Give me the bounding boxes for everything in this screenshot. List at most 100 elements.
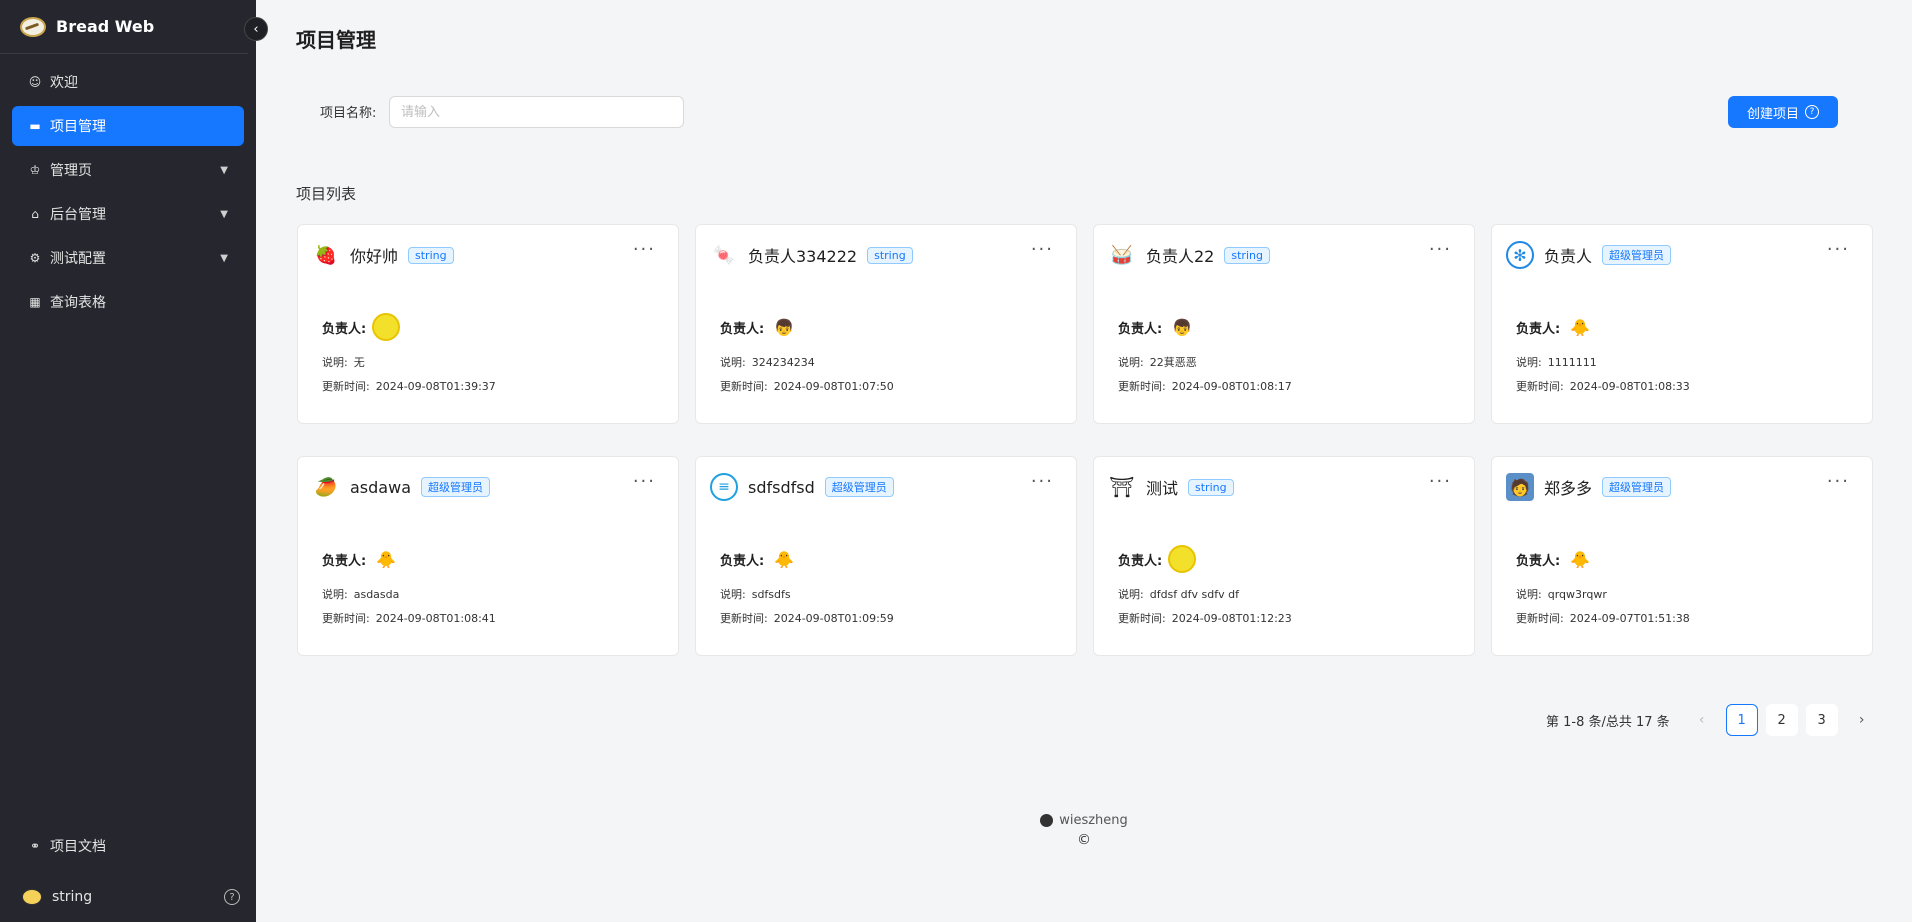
updated-label: 更新时间: <box>1516 380 1564 393</box>
project-card[interactable]: ⛩ 测试 string ··· 负责人: 说明: dfdsf dfv sdfv d… <box>1093 456 1475 656</box>
description-label: 说明: <box>1118 356 1144 369</box>
bread-logo-icon <box>20 16 46 37</box>
project-card[interactable]: 🧑 郑多多 超级管理员 ··· 负责人: 🐥 说明: qrqw3rqwr 更新时间… <box>1491 456 1873 656</box>
more-icon[interactable]: ··· <box>1031 471 1054 492</box>
chick-avatar-icon: 🐥 <box>1570 317 1591 337</box>
description-row: 说明: asdasda <box>322 586 399 602</box>
updated-value: 2024-09-08T01:07:50 <box>773 380 894 393</box>
owner-row: 负责人: 👦 <box>1118 313 1196 341</box>
description-row: 说明: sdfsdfs <box>720 586 791 602</box>
card-header: 🧑 郑多多 超级管理员 <box>1506 473 1672 501</box>
project-name: sdfsdfsd <box>748 477 815 497</box>
updated-label: 更新时间: <box>322 380 370 393</box>
more-icon[interactable]: ··· <box>1429 471 1452 492</box>
project-card[interactable]: ≡ sdfsdfsd 超级管理员 ··· 负责人: 🐥 说明: sdfsdfs 更… <box>695 456 1077 656</box>
sidebar-item-project-management[interactable]: ▬ 项目管理 <box>12 106 244 146</box>
chat-bubble-icon: ≡ <box>710 473 738 501</box>
description-row: 说明: 324234234 <box>720 354 815 370</box>
project-docs-link[interactable]: ⚭ 项目文档 <box>12 826 244 866</box>
project-card[interactable]: 🍬 负责人334222 string ··· 负责人: 👦 说明: 3242342… <box>695 224 1077 424</box>
project-card[interactable]: ✻ 负责人 超级管理员 ··· 负责人: 🐥 说明: 1111111 更新时间: 2… <box>1491 224 1873 424</box>
updated-value: 2024-09-07T01:51:38 <box>1569 612 1690 625</box>
create-project-button[interactable]: 创建项目 ? <box>1728 96 1838 128</box>
project-name: 负责人334222 <box>748 247 858 266</box>
project-name: 负责人22 <box>1146 247 1215 266</box>
description-value: 22萁恶恶 <box>1149 356 1197 369</box>
project-name-label: 项目名称: <box>320 106 377 121</box>
project-card[interactable]: 🥁 负责人22 string ··· 负责人: 👦 说明: 22萁恶恶 更新时间:… <box>1093 224 1475 424</box>
project-name-input[interactable] <box>389 96 684 128</box>
sidebar-item-query-table[interactable]: ▦ 查询表格 <box>12 282 244 322</box>
description-value: qrqw3rqwr <box>1547 588 1607 601</box>
owner-row: 负责人: <box>322 313 401 341</box>
project-card[interactable]: 🥭 asdawa 超级管理员 ··· 负责人: 🐥 说明: asdasda 更新时… <box>297 456 679 656</box>
sidebar-item-label: 项目管理 <box>50 119 106 135</box>
description-value: 324234234 <box>751 356 815 369</box>
strawberry-icon: 🍓 <box>314 244 338 266</box>
owner-label: 负责人: <box>1118 321 1163 337</box>
gear-icon: ⚙ <box>29 251 41 265</box>
chick-avatar-icon: 🐥 <box>376 549 397 569</box>
card-header: 🥁 负责人22 string <box>1108 241 1270 269</box>
mango-icon: 🥭 <box>314 476 338 498</box>
project-name: 郑多多 <box>1544 479 1593 498</box>
more-icon[interactable]: ··· <box>1827 239 1850 260</box>
more-icon[interactable]: ··· <box>1429 239 1452 260</box>
drum-icon: 🥁 <box>1110 244 1134 266</box>
owner-row: 负责人: 🐥 <box>1516 545 1594 573</box>
more-icon[interactable]: ··· <box>1031 239 1054 260</box>
chick-avatar-icon: 🐥 <box>1570 549 1591 569</box>
page-3-button[interactable]: 3 <box>1805 704 1838 736</box>
project-tag: string <box>1188 478 1234 496</box>
page-title: 项目管理 <box>296 28 376 52</box>
sidebar-item-test-config[interactable]: ⚙ 测试配置 ▼ <box>12 238 244 278</box>
candy-icon: 🍬 <box>712 244 736 266</box>
card-header: ⛩ 测试 string <box>1108 473 1234 501</box>
project-list-title: 项目列表 <box>296 185 357 203</box>
description-row: 说明: qrqw3rqwr <box>1516 586 1607 602</box>
app-title: Bread Web <box>56 17 155 36</box>
updated-value: 2024-09-08T01:12:23 <box>1171 612 1292 625</box>
help-icon[interactable]: ? <box>224 889 240 905</box>
updated-label: 更新时间: <box>1516 612 1564 625</box>
sidebar-item-welcome[interactable]: ☺ 欢迎 <box>12 62 244 102</box>
next-page-button[interactable]: › <box>1846 704 1878 736</box>
owner-row: 负责人: 🐥 <box>720 545 798 573</box>
owner-label: 负责人: <box>322 321 367 337</box>
project-name: 负责人 <box>1544 247 1593 266</box>
person-photo-icon: 🧑 <box>1506 473 1534 501</box>
main-content: 项目管理 项目名称: 创建项目 ? 项目列表 🍓 你好帅 string ··· … <box>256 0 1912 922</box>
description-label: 说明: <box>322 588 348 601</box>
project-name: asdawa <box>350 477 411 497</box>
description-value: sdfsdfs <box>751 588 791 601</box>
project-tag: 超级管理员 <box>1602 477 1672 497</box>
prev-page-button[interactable]: ‹ <box>1686 704 1718 736</box>
owner-avatar <box>372 313 401 341</box>
sidebar-collapse-button[interactable]: ‹ <box>244 17 268 41</box>
project-card[interactable]: 🍓 你好帅 string ··· 负责人: 说明: 无 更新时间: 2024-09-… <box>297 224 679 424</box>
owner-row: 负责人: 🐥 <box>1516 313 1594 341</box>
chevron-right-icon: › <box>1858 712 1865 728</box>
description-value: asdasda <box>353 588 400 601</box>
gate-icon: ⛩ <box>1109 475 1135 499</box>
owner-label: 负责人: <box>1516 553 1561 569</box>
project-card-grid: 🍓 你好帅 string ··· 负责人: 说明: 无 更新时间: 2024-09-… <box>297 224 1873 656</box>
user-menu[interactable]: string ? <box>12 878 244 916</box>
description-label: 说明: <box>720 356 746 369</box>
sidebar-item-admin-page[interactable]: ♔ 管理页 ▼ <box>12 150 244 190</box>
more-icon[interactable]: ··· <box>1827 471 1850 492</box>
more-icon[interactable]: ··· <box>633 239 656 260</box>
crown-icon: ♔ <box>29 163 41 177</box>
page-1-button[interactable]: 1 <box>1725 704 1758 736</box>
footer-author-link[interactable]: wieszheng <box>256 813 1912 828</box>
page-2-button[interactable]: 2 <box>1765 704 1798 736</box>
updated-label: 更新时间: <box>322 612 370 625</box>
sidebar-item-backend[interactable]: ⌂ 后台管理 ▼ <box>12 194 244 234</box>
chevron-down-icon: ▼ <box>220 164 228 176</box>
owner-row: 负责人: 🐥 <box>322 545 400 573</box>
more-icon[interactable]: ··· <box>633 471 656 492</box>
app-logo[interactable]: Bread Web <box>0 0 248 54</box>
updated-value: 2024-09-08T01:08:17 <box>1171 380 1292 393</box>
sidebar-item-label: 欢迎 <box>50 75 78 91</box>
description-value: dfdsf dfv sdfv df <box>1149 588 1239 601</box>
